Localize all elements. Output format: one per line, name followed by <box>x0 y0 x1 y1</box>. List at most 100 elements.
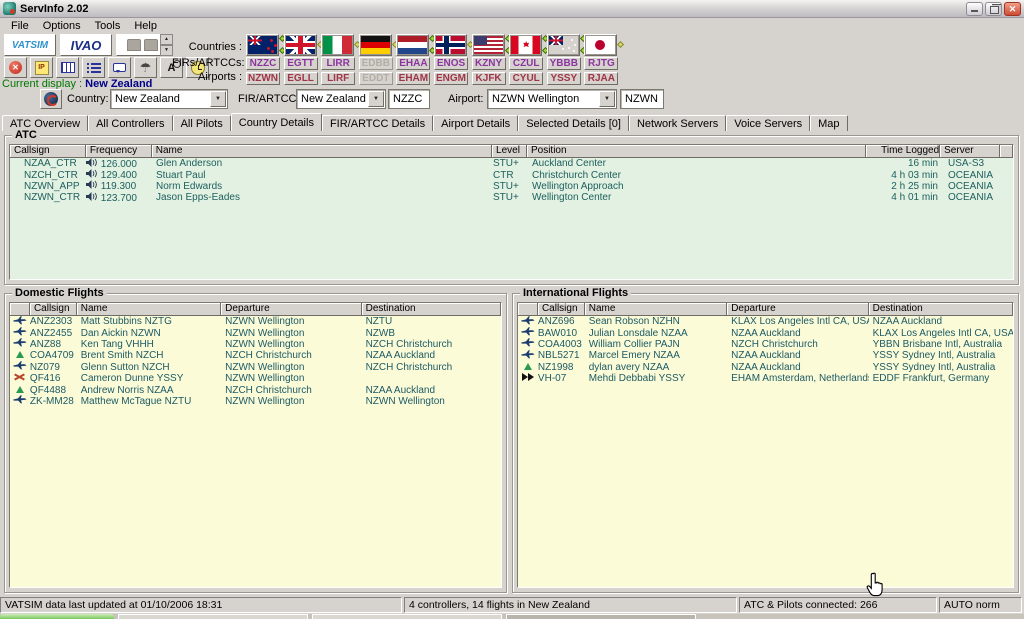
flights-col-header[interactable] <box>518 303 538 316</box>
flights-col-header[interactable]: Name <box>585 303 727 316</box>
atc-col-header[interactable]: Callsign <box>10 145 86 158</box>
flight-row-zk-mm28[interactable]: ZK-MM28Matthew McTague NZTUNZWN Wellingt… <box>10 396 501 407</box>
flights-col-header[interactable]: Callsign <box>538 303 585 316</box>
menu-tools[interactable]: Tools <box>88 19 128 33</box>
tab-country-details[interactable]: Country Details <box>231 113 322 131</box>
tab-all-controllers[interactable]: All Controllers <box>88 115 172 131</box>
flights-col-header[interactable]: Destination <box>362 303 501 316</box>
flight-row-anz2303[interactable]: ANZ2303Matt Stubbins NZTGNZWN Wellington… <box>10 316 501 327</box>
vatsim-button[interactable]: VATSIM <box>4 34 56 56</box>
restore-button[interactable] <box>985 2 1002 16</box>
flights-col-header[interactable]: Name <box>77 303 221 316</box>
atc-col-header[interactable] <box>1000 145 1013 158</box>
flight-row-qf4488[interactable]: QF4488Andrew Norris NZAANZCH Christchurc… <box>10 384 501 395</box>
quick-search-button[interactable] <box>40 89 62 109</box>
airport-button-cyul[interactable]: CYUL <box>509 72 543 85</box>
flights-col-header[interactable]: Departure <box>221 303 361 316</box>
atc-col-header[interactable]: Name <box>152 145 492 158</box>
fir-button-czul[interactable]: CZUL <box>509 57 543 70</box>
taskbar-button[interactable] <box>312 614 502 619</box>
airport-button-rjaa[interactable]: RJAA <box>584 72 618 85</box>
atc-col-header[interactable]: Server <box>940 145 1000 158</box>
flight-row-vh-07[interactable]: VH-07Mehdi Debbabi YSSYEHAM Amsterdam, N… <box>518 373 1013 384</box>
weather-button[interactable]: ☂ <box>134 57 157 78</box>
fir-button-ybbb[interactable]: YBBB <box>547 57 581 70</box>
flights-col-header[interactable]: Callsign <box>30 303 77 316</box>
fir-button-rjtg[interactable]: RJTG <box>584 57 618 70</box>
flight-row-qf416[interactable]: QF416Cameron Dunne YSSYNZWN Wellington <box>10 373 501 384</box>
taskbar-button[interactable] <box>118 614 308 619</box>
atc-col-header[interactable]: Time Logged <box>866 145 940 158</box>
airport-button-nzwn[interactable]: NZWN <box>246 72 280 85</box>
airport-select[interactable]: NZWN Wellington ▼ <box>487 89 617 109</box>
flights-col-header[interactable]: Destination <box>869 303 1013 316</box>
flight-row-nz079[interactable]: NZ079Glenn Sutton NZCHNZWN WellingtonNZC… <box>10 362 501 373</box>
airport-code-field[interactable]: NZWN <box>620 89 664 109</box>
tab-fir-artcc-details[interactable]: FIR/ARTCC Details <box>322 115 433 131</box>
flight-row-coa4709[interactable]: COA4709Brent Smith NZCHNZCH Christchurch… <box>10 350 501 361</box>
country-flag-button-canada[interactable] <box>509 34 542 56</box>
atc-row-nzaa_ctr[interactable]: NZAA_CTR 126.000Glen AndersonSTU+Aucklan… <box>10 158 1013 169</box>
flight-row-anz88[interactable]: ANZ88Ken Tang VHHHNZWN WellingtonNZCH Ch… <box>10 339 501 350</box>
list-view-button[interactable] <box>82 57 105 78</box>
ivao-button[interactable]: IVAO <box>60 34 112 56</box>
grid-view-button[interactable] <box>56 57 79 78</box>
airport-button-yssy[interactable]: YSSY <box>547 72 581 85</box>
taskbar-button[interactable] <box>506 614 696 619</box>
country-flag-button-usa[interactable] <box>472 34 505 56</box>
tab-airport-details[interactable]: Airport Details <box>433 115 518 131</box>
fir-button-kzny[interactable]: KZNY <box>472 57 506 70</box>
disconnect-button[interactable]: ✕ <box>4 57 27 78</box>
fir-button-enos[interactable]: ENOS <box>434 57 468 70</box>
tab-map[interactable]: Map <box>810 115 847 131</box>
ip-button[interactable]: IP <box>30 57 53 78</box>
tab-network-servers[interactable]: Network Servers <box>629 115 726 131</box>
flights-col-header[interactable]: Departure <box>727 303 868 316</box>
chevron-down-icon[interactable]: ▼ <box>599 91 615 107</box>
fir-button-nzzc[interactable]: NZZC <box>246 57 280 70</box>
atc-col-header[interactable]: Position <box>527 145 866 158</box>
fir-button-ehaa[interactable]: EHAA <box>396 57 430 70</box>
flight-row-coa4003[interactable]: COA4003William Collier PAJNNZCH Christch… <box>518 339 1013 350</box>
flight-row-nbl5271[interactable]: NBL5271Marcel Emery NZAANZAA AucklandYSS… <box>518 350 1013 361</box>
country-flag-button-new-zealand[interactable] <box>246 34 279 56</box>
flight-row-nz1998[interactable]: NZ1998dylan avery NZAANZAA AucklandYSSY … <box>518 362 1013 373</box>
start-button-edge[interactable] <box>0 614 114 619</box>
fir-button-egtt[interactable]: EGTT <box>284 57 318 70</box>
fir-select[interactable]: New Zealand ▼ <box>296 89 386 109</box>
menu-help[interactable]: Help <box>127 19 164 33</box>
minimize-button[interactable] <box>966 2 983 16</box>
atc-col-header[interactable]: Frequency <box>86 145 152 158</box>
country-flag-button-netherlands[interactable] <box>396 34 429 56</box>
airport-button-egll[interactable]: EGLL <box>284 72 318 85</box>
country-flag-button-italy[interactable] <box>321 34 354 56</box>
country-flag-button-norway[interactable] <box>434 34 467 56</box>
airport-button-engm[interactable]: ENGM <box>434 72 468 85</box>
close-button[interactable]: ✕ <box>1004 2 1021 16</box>
country-flag-button-germany[interactable] <box>359 34 392 56</box>
menu-options[interactable]: Options <box>36 19 88 33</box>
atc-row-nzch_ctr[interactable]: NZCH_CTR 129.400Stuart PaulCTRChristchur… <box>10 169 1013 180</box>
airport-button-kjfk[interactable]: KJFK <box>472 72 506 85</box>
flights-col-header[interactable] <box>10 303 30 316</box>
tab-voice-servers[interactable]: Voice Servers <box>726 115 810 131</box>
fir-button-lirr[interactable]: LIRR <box>321 57 355 70</box>
country-flag-button-australia[interactable] <box>547 34 580 56</box>
title-bar[interactable]: ServInfo 2.02 ✕ <box>0 0 1024 18</box>
airport-button-eham[interactable]: EHAM <box>396 72 430 85</box>
tab-all-pilots[interactable]: All Pilots <box>173 115 231 131</box>
airport-button-lirf[interactable]: LIRF <box>321 72 355 85</box>
flight-row-baw010[interactable]: BAW010Julian Lonsdale NZAANZAA AucklandK… <box>518 327 1013 338</box>
chat-button[interactable] <box>108 57 131 78</box>
country-flag-button-united-kingdom[interactable] <box>284 34 317 56</box>
tab-selected-details-0-[interactable]: Selected Details [0] <box>518 115 629 131</box>
chevron-down-icon[interactable]: ▼ <box>368 91 384 107</box>
atc-row-nzwn_app[interactable]: NZWN_APP 119.300Norm EdwardsSTU+Wellingt… <box>10 181 1013 192</box>
country-select[interactable]: New Zealand ▼ <box>110 89 228 109</box>
atc-row-nzwn_ctr[interactable]: NZWN_CTR 123.700Jason Epps-EadesSTU+Well… <box>10 192 1013 203</box>
fir-code-field[interactable]: NZZC <box>388 89 430 109</box>
chevron-down-icon[interactable]: ▼ <box>210 91 226 107</box>
flight-row-anz696[interactable]: ANZ696Sean Robson NZHNKLAX Los Angeles I… <box>518 316 1013 327</box>
country-flag-button-japan[interactable] <box>584 34 617 56</box>
flight-row-anz2455[interactable]: ANZ2455Dan Aickin NZWNNZWN WellingtonNZW… <box>10 327 501 338</box>
